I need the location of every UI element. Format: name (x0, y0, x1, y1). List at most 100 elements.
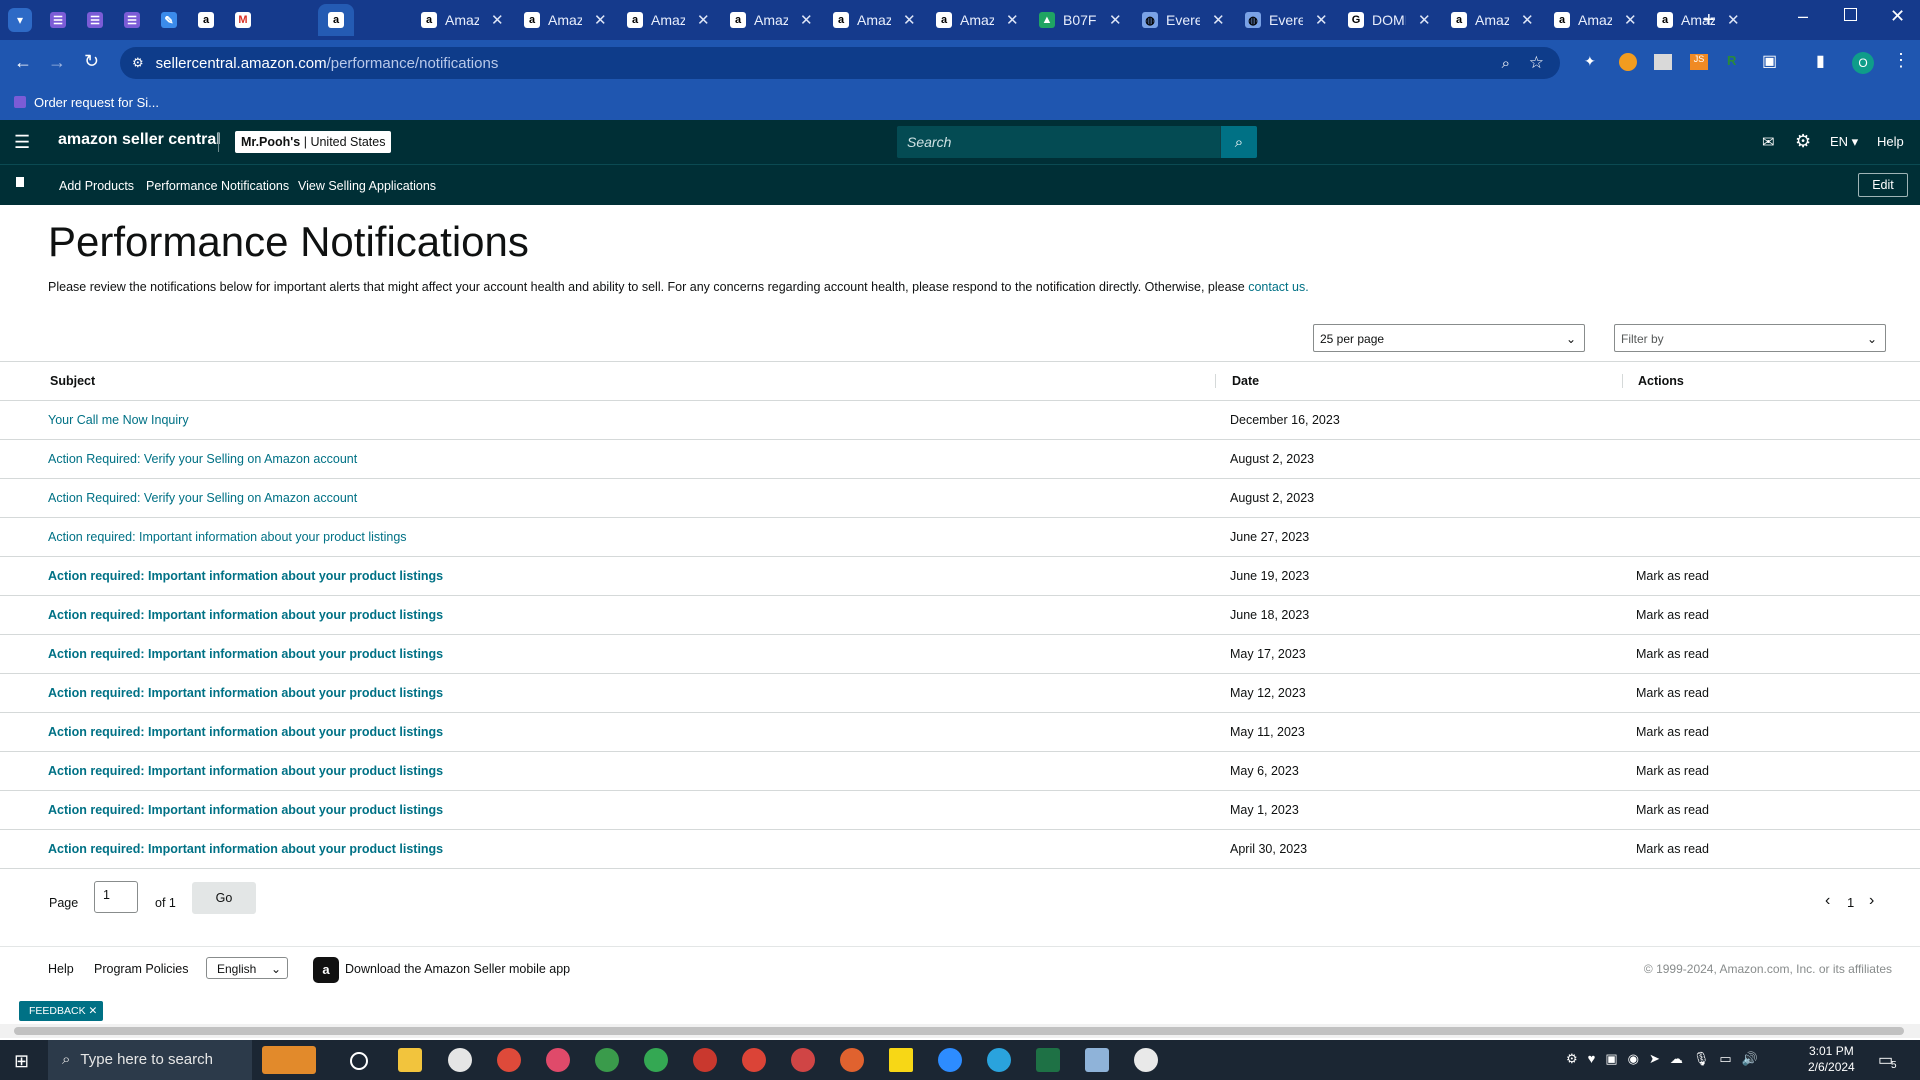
chevron-right-icon[interactable]: › (1869, 892, 1874, 910)
browser-tab[interactable]: a Amaz ✕ (421, 4, 504, 36)
telegram-icon[interactable] (987, 1048, 1011, 1072)
notification-subject-link[interactable]: Action required: Important information a… (48, 596, 443, 634)
language-selector[interactable]: EN ▾ (1830, 134, 1858, 150)
help-link[interactable]: Help (1877, 134, 1904, 149)
bookmark-icon[interactable] (16, 177, 24, 187)
search-button[interactable]: ⌕ (1221, 126, 1257, 158)
notification-subject-link[interactable]: Action required: Important information a… (48, 674, 443, 712)
app-icon[interactable] (1134, 1048, 1158, 1072)
notification-subject-link[interactable]: Action Required: Verify your Selling on … (48, 479, 357, 517)
notification-subject-link[interactable]: Action required: Important information a… (48, 557, 443, 595)
sticky-notes-icon[interactable] (889, 1048, 913, 1072)
edit-nav-button[interactable]: Edit (1858, 173, 1908, 197)
seller-central-logo[interactable]: amazon seller central (58, 131, 221, 149)
search-box[interactable]: Search ⌕ (897, 126, 1257, 158)
forward-icon[interactable]: → (48, 52, 66, 73)
excel-icon[interactable] (1036, 1048, 1060, 1072)
browser-tab[interactable]: M (235, 4, 251, 36)
current-page[interactable]: 1 (1847, 895, 1854, 910)
browser-tab[interactable]: a (318, 4, 354, 36)
browser-tab[interactable]: G DOMI ✕ (1348, 4, 1431, 36)
notification-subject-link[interactable]: Action required: Important information a… (48, 635, 443, 673)
browser-tab[interactable]: a Amaz ✕ (730, 4, 813, 36)
go-button[interactable]: Go (192, 882, 256, 914)
nav-add-products[interactable]: Add Products (59, 179, 134, 193)
notification-subject-link[interactable]: Action required: Important information a… (48, 518, 407, 556)
browser-tab[interactable]: ✎ (161, 4, 177, 36)
download-app-link[interactable]: Download the Amazon Seller mobile app (345, 962, 570, 976)
notification-subject-link[interactable]: Action required: Important information a… (48, 713, 443, 751)
file-explorer-icon[interactable] (398, 1048, 422, 1072)
chevron-left-icon[interactable]: ‹ (1825, 892, 1830, 910)
zoom-icon[interactable] (938, 1048, 962, 1072)
close-window-button[interactable]: ✕ (1890, 6, 1905, 27)
scrollbar-thumb[interactable] (14, 1027, 1904, 1035)
calculator-icon[interactable] (262, 1046, 316, 1074)
notification-subject-link[interactable]: Action required: Important information a… (48, 752, 443, 790)
chrome-icon[interactable] (497, 1048, 521, 1072)
extension-icon[interactable]: R (1727, 53, 1736, 68)
close-icon[interactable]: ✕ (1521, 11, 1534, 29)
browser-tab[interactable]: ☰ (124, 4, 140, 36)
system-tray[interactable]: ⚙♥▣◉➤☁🎙▭🔊 (1566, 1051, 1768, 1067)
mark-as-read-link[interactable]: Mark as read (1636, 752, 1709, 790)
footer-help-link[interactable]: Help (48, 962, 74, 976)
windows-start-icon[interactable]: ⊞ (14, 1051, 29, 1072)
notification-subject-link[interactable]: Your Call me Now Inquiry (48, 401, 189, 439)
tab-search-button[interactable]: ▾ (8, 8, 32, 32)
mail-icon[interactable]: ✉ (1762, 133, 1775, 151)
chrome-icon[interactable] (791, 1048, 815, 1072)
mark-as-read-link[interactable]: Mark as read (1636, 674, 1709, 712)
minimize-button[interactable]: – (1798, 6, 1808, 27)
notification-subject-link[interactable]: Action required: Important information a… (48, 791, 443, 829)
close-icon[interactable]: ✕ (697, 11, 710, 29)
clock[interactable]: 3:01 PM 2/6/2024 (1808, 1043, 1855, 1075)
filter-select[interactable]: Filter by ⌄ (1614, 324, 1886, 352)
browser-tab[interactable]: ☰ (50, 4, 66, 36)
app-icon[interactable] (1085, 1048, 1109, 1072)
browser-tab[interactable]: ☰ (87, 4, 103, 36)
side-panel-icon[interactable]: ▮ (1816, 51, 1825, 71)
bookmark-item[interactable]: Order request for Si... (34, 95, 159, 110)
reload-icon[interactable]: ↻ (84, 51, 99, 72)
browser-tab[interactable]: ▲ B07F3 ✕ (1039, 4, 1122, 36)
per-page-select[interactable]: 25 per page ⌄ (1313, 324, 1585, 352)
chrome-icon[interactable] (644, 1048, 668, 1072)
hamburger-menu-icon[interactable]: ☰ (14, 132, 30, 153)
feedback-button[interactable]: FEEDBACK ✕ (19, 1001, 104, 1021)
nav-view-selling-applications[interactable]: View Selling Applications (298, 179, 436, 193)
close-icon[interactable]: ✕ (800, 11, 813, 29)
close-icon[interactable]: ✕ (1006, 11, 1019, 29)
nav-performance-notifications[interactable]: Performance Notifications (146, 179, 289, 193)
browser-tab[interactable]: a Amaz ✕ (833, 4, 916, 36)
mark-as-read-link[interactable]: Mark as read (1636, 557, 1709, 595)
back-icon[interactable]: ← (14, 52, 32, 73)
mark-as-read-link[interactable]: Mark as read (1636, 713, 1709, 751)
close-icon[interactable]: ✕ (491, 11, 504, 29)
mark-as-read-link[interactable]: Mark as read (1636, 791, 1709, 829)
profile-avatar[interactable]: O (1852, 52, 1874, 74)
mark-as-read-link[interactable]: Mark as read (1636, 596, 1709, 634)
horizontal-scrollbar[interactable] (0, 1024, 1920, 1038)
site-info-icon[interactable]: ⚙ (132, 55, 144, 71)
chrome-icon[interactable] (546, 1048, 570, 1072)
extension-icon[interactable] (1619, 53, 1637, 71)
browser-tab[interactable]: a Amaz ✕ (1554, 4, 1637, 36)
new-tab-button[interactable]: + (1703, 8, 1715, 32)
browser-tab[interactable]: a Amaz ✕ (1451, 4, 1534, 36)
page-number-input[interactable]: 1 (94, 881, 138, 913)
mark-as-read-link[interactable]: Mark as read (1636, 635, 1709, 673)
close-icon[interactable]: ✕ (89, 1005, 98, 1017)
browser-tab[interactable]: ◍ Evere ✕ (1245, 4, 1328, 36)
browser-tab[interactable]: a Amaz ✕ (524, 4, 607, 36)
close-icon[interactable]: ✕ (594, 11, 607, 29)
notification-subject-link[interactable]: Action required: Important information a… (48, 830, 443, 868)
browser-tab[interactable]: a (198, 4, 214, 36)
browser-tab[interactable]: a Amaz ✕ (936, 4, 1019, 36)
browser-tab[interactable]: a Amaz ✕ (1657, 4, 1740, 36)
gear-icon[interactable]: ⚙ (1795, 131, 1811, 152)
zoom-icon[interactable]: ⌕ (1502, 55, 1510, 72)
close-icon[interactable]: ✕ (1109, 11, 1122, 29)
extension-icon[interactable]: JS (1690, 54, 1708, 70)
extension-icon[interactable] (1654, 54, 1672, 70)
